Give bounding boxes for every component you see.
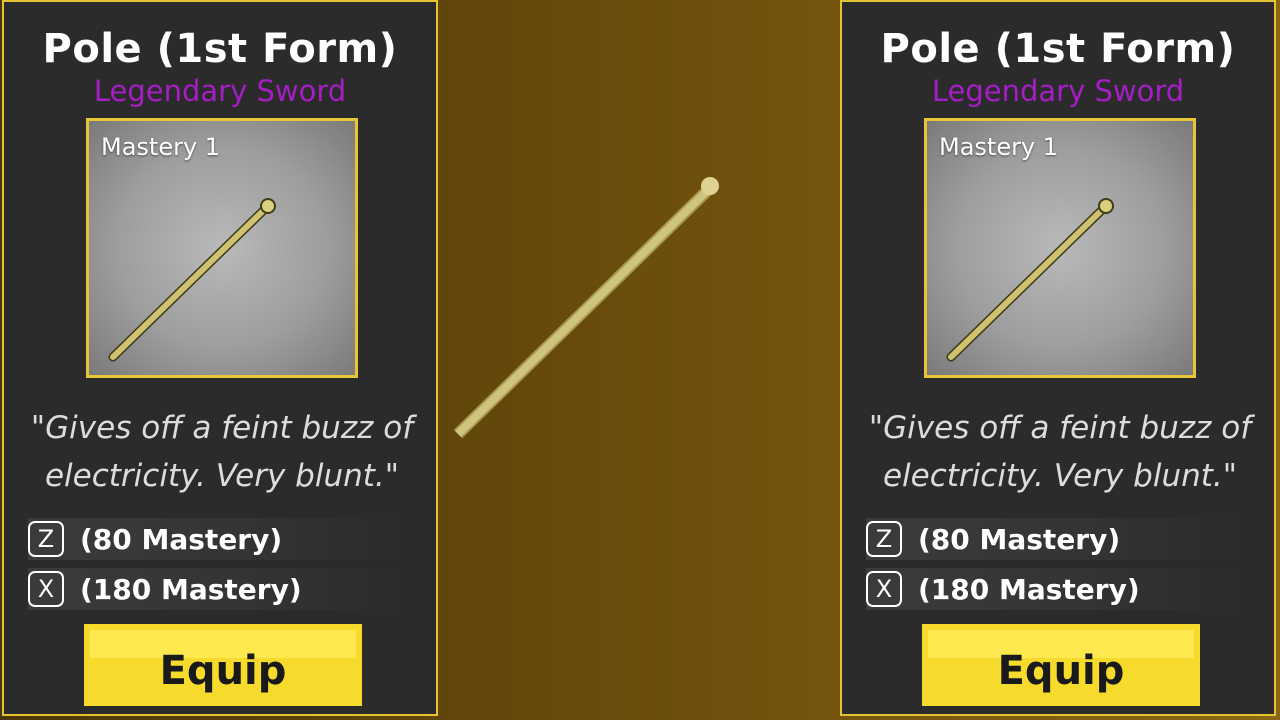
item-rarity: Legendary Sword bbox=[93, 74, 347, 108]
equip-button[interactable]: Equip bbox=[922, 624, 1200, 706]
item-description: "Gives off a feint buzz of electricity. … bbox=[852, 404, 1268, 500]
item-title: Pole (1st Form) bbox=[42, 26, 398, 72]
item-card-right: Pole (1st Form) Legendary Sword Mastery … bbox=[840, 0, 1276, 716]
description-line: electricity. Very blunt." bbox=[44, 458, 400, 494]
equip-button[interactable]: Equip bbox=[84, 624, 362, 706]
move-row-z: Z (80 Mastery) bbox=[28, 518, 408, 560]
pole-model bbox=[453, 177, 719, 439]
move-row-x: X (180 Mastery) bbox=[866, 568, 1246, 610]
move-row-z: Z (80 Mastery) bbox=[866, 518, 1246, 560]
move-requirement: (80 Mastery) bbox=[80, 522, 283, 556]
x-key-icon: X bbox=[28, 571, 64, 607]
move-requirement: (80 Mastery) bbox=[918, 522, 1121, 556]
pole-icon bbox=[946, 198, 1114, 362]
description-line: "Gives off a feint buzz of bbox=[30, 410, 414, 446]
z-key-icon: Z bbox=[28, 521, 64, 557]
equip-label: Equip bbox=[997, 648, 1125, 694]
move-row-x: X (180 Mastery) bbox=[28, 568, 408, 610]
x-key-icon: X bbox=[866, 571, 902, 607]
item-description: "Gives off a feint buzz of electricity. … bbox=[14, 404, 430, 500]
item-card-left: Pole (1st Form) Legendary Sword Mastery … bbox=[2, 0, 438, 716]
item-image-frame: Mastery 1 bbox=[924, 118, 1196, 378]
equip-label: Equip bbox=[159, 648, 287, 694]
move-requirement: (180 Mastery) bbox=[80, 572, 302, 606]
item-image-frame: Mastery 1 bbox=[86, 118, 358, 378]
description-line: electricity. Very blunt." bbox=[882, 458, 1238, 494]
description-line: "Gives off a feint buzz of bbox=[868, 410, 1252, 446]
move-requirement: (180 Mastery) bbox=[918, 572, 1140, 606]
item-title: Pole (1st Form) bbox=[880, 26, 1236, 72]
item-rarity: Legendary Sword bbox=[931, 74, 1185, 108]
z-key-icon: Z bbox=[866, 521, 902, 557]
pole-icon bbox=[108, 198, 276, 362]
